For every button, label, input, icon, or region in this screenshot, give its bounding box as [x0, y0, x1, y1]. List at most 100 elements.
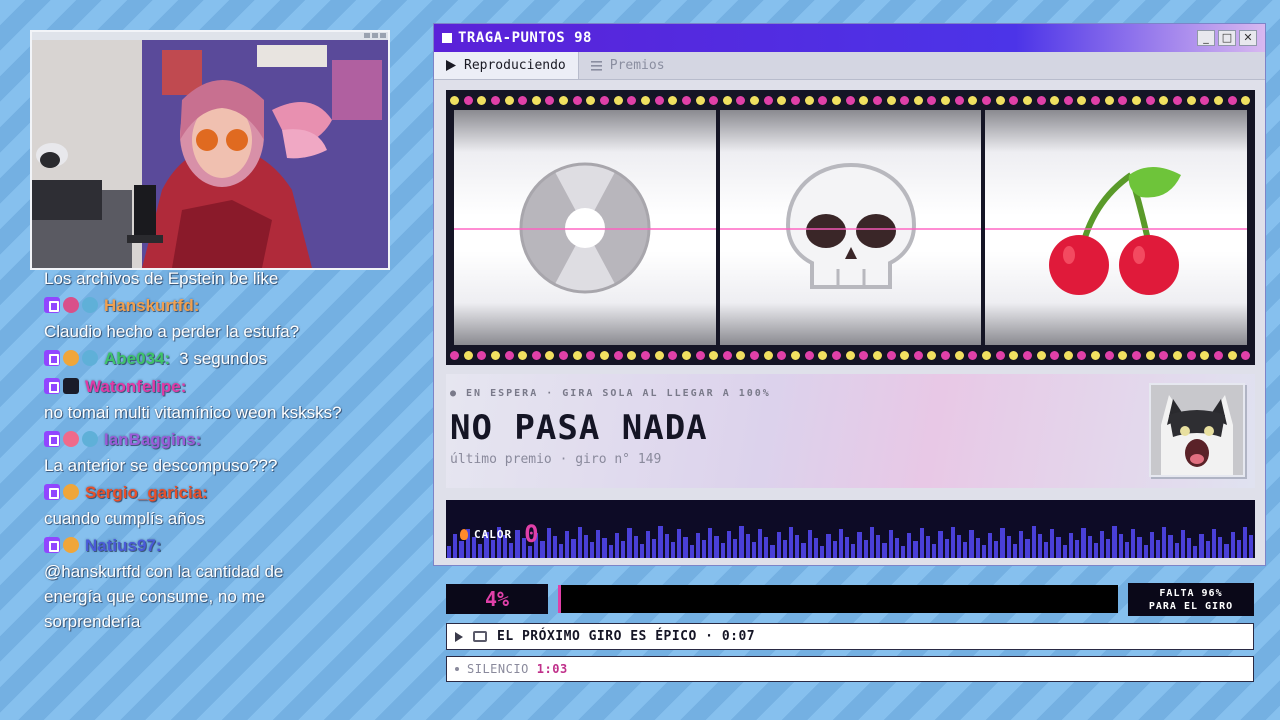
heat-bar	[913, 541, 918, 558]
tab-reproduciendo[interactable]: Reproduciendo	[434, 52, 579, 79]
window-icon	[442, 33, 452, 43]
heat-bar	[714, 535, 719, 558]
marquee-light	[927, 95, 937, 105]
heat-bar	[1050, 529, 1055, 558]
heat-bar	[981, 545, 987, 558]
heat-bar	[925, 536, 931, 558]
marquee-light	[1227, 350, 1237, 360]
tab-premios[interactable]: Premios	[579, 52, 677, 79]
heat-bar	[1019, 531, 1024, 558]
marquee-light	[490, 95, 500, 105]
heat-bar	[1243, 527, 1248, 558]
marquee-light	[981, 95, 991, 105]
heat-bar	[782, 539, 788, 558]
twitch-badge-icon	[44, 431, 60, 447]
chat-username[interactable]: Watonfelipe:	[85, 374, 186, 399]
twitch-badge-icon	[44, 378, 60, 394]
marquee-light	[545, 95, 555, 105]
marquee-light	[709, 350, 719, 360]
chat-message-text: no tomai multi vitamínico weon ksksks?	[44, 403, 342, 422]
marquee-light	[777, 95, 787, 105]
ticker-text: EL PRÓXIMO GIRO ES ÉPICO · 0:07	[497, 629, 756, 644]
marquee-light	[981, 350, 991, 360]
marquee-light	[1036, 95, 1046, 105]
heat-bar	[1155, 539, 1161, 558]
heat-bar	[969, 529, 974, 558]
marquee-light	[545, 350, 555, 360]
heat-bar	[1205, 541, 1210, 558]
marquee-light	[750, 95, 760, 105]
marquee-light	[1063, 95, 1073, 105]
heat-bar	[975, 537, 980, 558]
heat-bar	[801, 543, 806, 558]
heat-bar	[1099, 530, 1105, 558]
remaining-box: FALTA 96% PARA EL GIRO	[1128, 583, 1254, 616]
cat-badge-icon	[82, 431, 98, 447]
marquee-light	[722, 95, 732, 105]
marquee-light	[722, 350, 732, 360]
payline	[454, 227, 716, 230]
progress-track	[558, 585, 1118, 613]
minimize-button[interactable]: _	[1197, 30, 1215, 46]
marquee-light	[886, 350, 896, 360]
payline	[719, 227, 982, 230]
maximize-button[interactable]: □	[1218, 30, 1236, 46]
chat-username[interactable]: Abe034:	[104, 346, 170, 371]
marquee-light	[804, 95, 814, 105]
chat-message-text: La anterior se descompuso???	[44, 456, 278, 475]
marquee-light	[777, 350, 787, 360]
marquee-light	[1091, 95, 1101, 105]
marquee-light	[1118, 95, 1128, 105]
heat-bar	[1193, 546, 1198, 558]
heat-bar	[944, 539, 949, 558]
heat-equalizer	[446, 524, 1255, 558]
marquee-light	[1118, 350, 1128, 360]
marquee-light	[941, 350, 951, 360]
heat-bar	[1124, 541, 1130, 558]
chat-message: Watonfelipe: no tomai multi vitamínico w…	[44, 372, 374, 425]
marquee-light	[1186, 95, 1196, 105]
heat-bar	[900, 545, 906, 558]
heat-bar	[770, 544, 775, 558]
chat-username[interactable]: Hanskurtfd:	[104, 293, 199, 318]
marquee-light	[859, 95, 869, 105]
heat-bar	[621, 540, 626, 558]
twitch-badge-icon	[44, 484, 60, 500]
heat-bar	[776, 532, 781, 558]
heat-bar	[1112, 526, 1117, 558]
marquee-light	[600, 95, 610, 105]
marquee-light	[531, 350, 541, 360]
marquee-light	[872, 350, 882, 360]
heat-bar	[757, 529, 763, 558]
heat-bar	[720, 543, 725, 558]
heat-bar	[826, 533, 831, 558]
close-button[interactable]: ✕	[1239, 30, 1257, 46]
marquee-light	[640, 95, 650, 105]
heat-bar	[988, 532, 993, 558]
progress-fill	[558, 585, 561, 613]
marquee-light	[859, 350, 869, 360]
heat-bar	[726, 530, 732, 558]
marquee-light	[1213, 350, 1223, 360]
heat-bar	[683, 537, 688, 558]
marquee-light	[709, 95, 719, 105]
heat-bar	[795, 535, 800, 558]
marquee-light	[463, 350, 473, 360]
chat-username[interactable]: Natius97:	[85, 533, 162, 558]
marquee-light	[654, 95, 664, 105]
cat-badge-icon	[82, 297, 98, 313]
window-tabs: Reproduciendo Premios	[434, 52, 1265, 80]
heat-bar	[614, 532, 620, 558]
heat-bar	[633, 535, 638, 558]
marquee-light	[1200, 95, 1210, 105]
heat-bar	[627, 528, 632, 558]
marquee-light	[1241, 350, 1251, 360]
chat-username[interactable]: IanBaggins:	[104, 427, 201, 452]
heat-bar	[558, 544, 564, 558]
heat-bar	[1031, 526, 1036, 558]
marquee-light	[913, 350, 923, 360]
silence-time: 1:03	[536, 662, 568, 676]
marquee-light	[681, 350, 691, 360]
marquee-light	[763, 95, 773, 105]
chat-username[interactable]: Sergio_garicia:	[85, 480, 208, 505]
